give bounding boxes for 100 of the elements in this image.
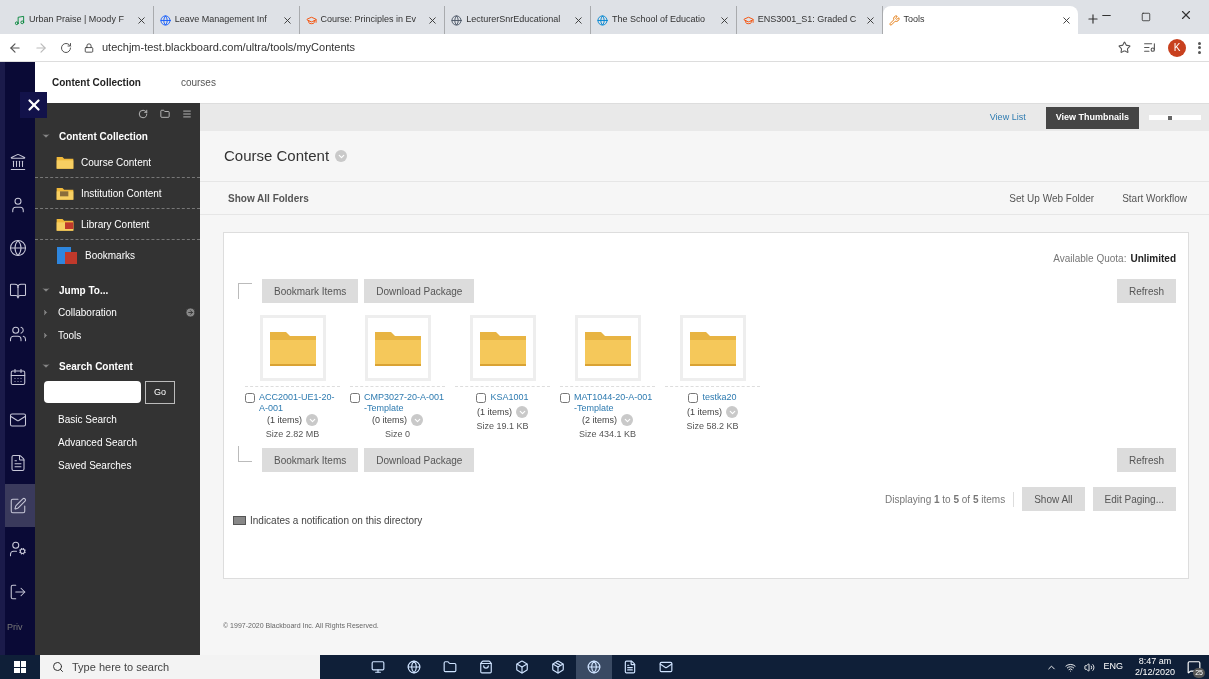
tab-title: LecturerSnrEducational bbox=[466, 13, 562, 27]
action-button[interactable]: Download Package bbox=[364, 279, 475, 303]
folder-thumbnail[interactable] bbox=[679, 315, 746, 381]
sidebar-item[interactable]: Tools bbox=[35, 324, 200, 347]
site-icon bbox=[597, 14, 608, 26]
slider-thumb[interactable] bbox=[1168, 115, 1173, 120]
folder-link[interactable]: CMP3027-20-A-001-Template bbox=[364, 392, 445, 414]
clock[interactable]: 8:47 am 2/12/2020 bbox=[1134, 656, 1175, 678]
item-count: (0 items) bbox=[372, 414, 407, 426]
item-count: (1 items) bbox=[687, 406, 722, 418]
browser-tab[interactable]: Tools bbox=[882, 6, 1079, 34]
close-icon[interactable] bbox=[427, 14, 439, 26]
tab-title: The School of Educatio bbox=[612, 13, 707, 27]
view-tab[interactable]: View List bbox=[979, 106, 1036, 129]
section-header[interactable]: Jump To... bbox=[35, 279, 200, 301]
close-icon[interactable] bbox=[135, 14, 147, 26]
action-button[interactable]: Bookmark Items bbox=[262, 448, 359, 472]
site-icon bbox=[742, 14, 754, 26]
folder-thumbnail[interactable] bbox=[364, 315, 431, 381]
notification-center-icon[interactable] bbox=[1187, 660, 1201, 674]
volume-icon[interactable] bbox=[1084, 661, 1096, 673]
folder-size: Size 58.2 KB bbox=[685, 421, 740, 432]
page-title: Course Content bbox=[224, 145, 330, 166]
arrow-up-right-icon bbox=[238, 446, 252, 462]
edit-icon[interactable] bbox=[5, 484, 35, 527]
tab-title: Tools bbox=[903, 13, 926, 27]
close-icon[interactable] bbox=[573, 14, 584, 26]
view-tab[interactable]: View Thumbnails bbox=[1045, 106, 1139, 129]
action-button[interactable]: Bookmark Items bbox=[262, 279, 359, 303]
quota-label: Available Quota: bbox=[1053, 252, 1127, 266]
close-icon[interactable] bbox=[718, 14, 730, 26]
close-icon[interactable] bbox=[281, 14, 293, 26]
item-count: (1 items) bbox=[267, 414, 302, 426]
tab-title: Leave Management Inf bbox=[174, 13, 268, 27]
search-field[interactable] bbox=[44, 381, 141, 403]
tab-title: ENS3001_S1: Graded C bbox=[757, 13, 858, 27]
action-button[interactable]: Download Package bbox=[364, 448, 475, 472]
folder-checkbox[interactable] bbox=[560, 393, 570, 403]
folder-link[interactable]: MAT1044-20-A-001-Template bbox=[574, 392, 655, 414]
taskbar-search-field[interactable]: Type here to search bbox=[40, 655, 320, 679]
thumbnail-size-slider[interactable] bbox=[1149, 115, 1201, 120]
section-header[interactable]: Content Collection bbox=[35, 125, 200, 147]
lock-icon bbox=[84, 42, 94, 53]
browser-tab[interactable]: LecturerSnrEducational bbox=[445, 6, 591, 34]
folder-link[interactable]: KSA1001 bbox=[490, 392, 529, 403]
go-button[interactable]: Go bbox=[145, 381, 175, 404]
privacy-link[interactable]: Priv bbox=[5, 621, 35, 635]
action-link[interactable]: Start Workflow bbox=[1122, 190, 1187, 206]
media-icon[interactable] bbox=[1143, 41, 1156, 54]
refresh-icon[interactable] bbox=[138, 109, 148, 119]
action-link[interactable]: Set Up Web Folder bbox=[1009, 190, 1095, 206]
browser-tab[interactable]: The School of Educatio bbox=[591, 6, 737, 34]
browser-tab[interactable]: Urban Praise | Moody F bbox=[8, 6, 154, 34]
folder-thumbnail[interactable] bbox=[469, 315, 536, 381]
language-indicator[interactable]: ENG bbox=[1103, 660, 1123, 674]
sidebar-item[interactable]: Collaboration bbox=[35, 301, 200, 324]
wifi-icon[interactable] bbox=[1065, 661, 1077, 673]
sidebar-link[interactable]: Basic Search bbox=[44, 408, 200, 431]
bookmark-star-icon[interactable] bbox=[1118, 41, 1131, 54]
folder-thumbnail[interactable] bbox=[574, 315, 641, 381]
close-icon[interactable] bbox=[864, 14, 876, 26]
sidebar-item[interactable]: Bookmarks bbox=[35, 240, 200, 271]
folder-outline-icon[interactable] bbox=[160, 109, 170, 119]
back-icon[interactable] bbox=[8, 40, 22, 55]
folder-link[interactable]: testka20 bbox=[702, 392, 737, 403]
folder-link[interactable]: ACC2001-UE1-20-A-001 bbox=[259, 392, 340, 414]
close-button[interactable] bbox=[20, 92, 47, 118]
folder-checkbox[interactable] bbox=[245, 393, 255, 403]
refresh-button[interactable]: Refresh bbox=[1117, 448, 1176, 472]
breadcrumb-item[interactable]: courses bbox=[180, 75, 216, 90]
menu-dots-icon[interactable] bbox=[1198, 41, 1201, 54]
caret-icon bbox=[41, 361, 51, 371]
reload-icon[interactable] bbox=[60, 41, 72, 54]
breadcrumb-item[interactable]: Content Collection bbox=[52, 75, 141, 90]
browser-tab[interactable]: Leave Management Inf bbox=[153, 6, 300, 34]
caret-icon bbox=[41, 285, 51, 295]
paging-button[interactable]: Edit Paging... bbox=[1092, 487, 1176, 511]
folder-checkbox[interactable] bbox=[688, 393, 699, 403]
close-icon[interactable] bbox=[1061, 14, 1073, 26]
menu-icon[interactable] bbox=[182, 109, 192, 119]
section-header[interactable]: Search Content bbox=[35, 355, 200, 377]
taskbar-app-icon[interactable] bbox=[576, 655, 612, 679]
browser-tab[interactable]: ENS3001_S1: Graded C bbox=[736, 6, 883, 34]
url-field[interactable]: utechjm-test.blackboard.com/ultra/tools/myContents bbox=[84, 39, 1106, 56]
paging-button[interactable]: Show All bbox=[1022, 487, 1085, 511]
site-icon bbox=[888, 14, 900, 26]
folder-checkbox[interactable] bbox=[350, 393, 360, 403]
folder-thumbnail[interactable] bbox=[259, 315, 326, 381]
show-all-folders-link[interactable]: Show All Folders bbox=[228, 190, 982, 206]
browser-tab[interactable]: Course: Principles in Ev bbox=[299, 6, 446, 34]
tab-title: Course: Principles in Ev bbox=[320, 13, 418, 27]
profile-avatar[interactable]: K bbox=[1168, 38, 1186, 57]
arrow-down-right-icon bbox=[238, 283, 252, 299]
item-count: (2 items) bbox=[582, 414, 617, 426]
sidebar-link[interactable]: Saved Searches bbox=[44, 454, 200, 477]
folder-checkbox[interactable] bbox=[476, 393, 487, 403]
sidebar-link[interactable]: Advanced Search bbox=[44, 431, 200, 454]
restore-icon[interactable] bbox=[1141, 12, 1152, 22]
refresh-button[interactable]: Refresh bbox=[1117, 279, 1176, 303]
folder-size: Size 19.1 KB bbox=[475, 421, 530, 432]
